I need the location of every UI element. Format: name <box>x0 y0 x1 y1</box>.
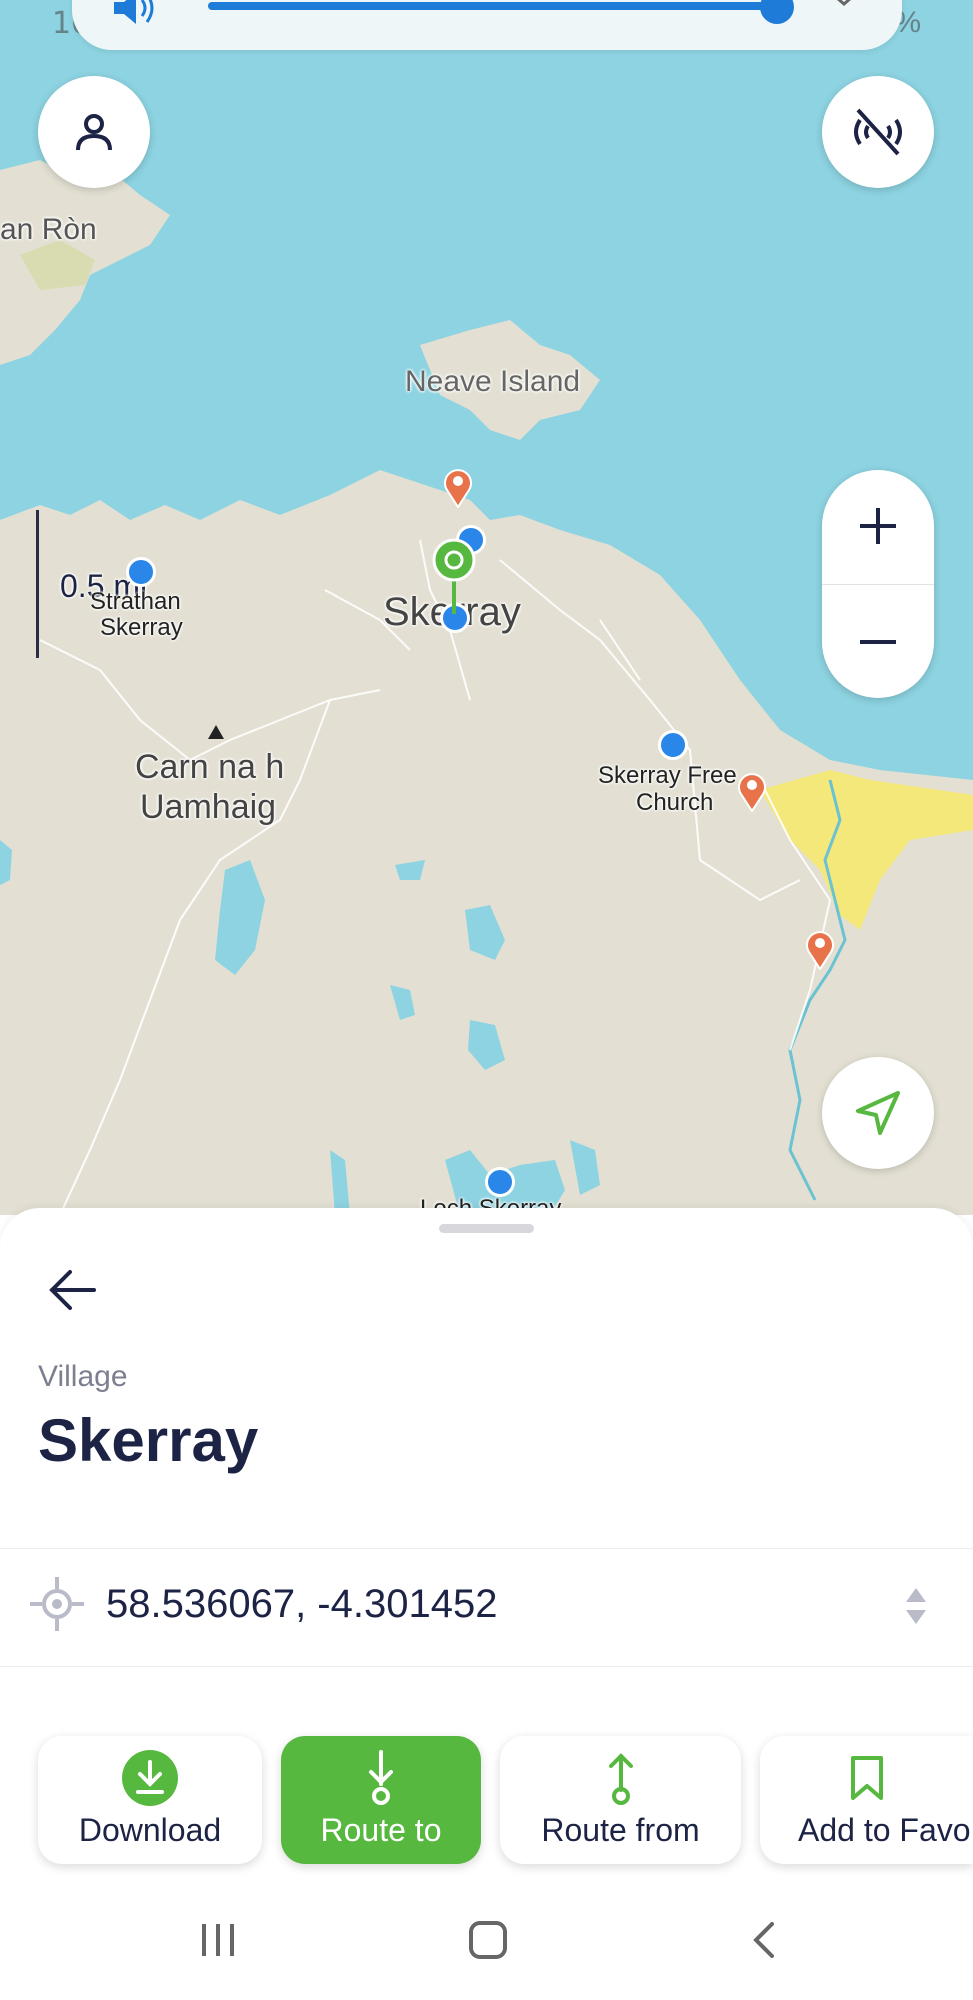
arrow-left-icon <box>49 1270 96 1310</box>
place-details-sheet: Village Skerray 58.536067, -4.301452 Dow… <box>0 1208 973 2000</box>
person-icon <box>76 114 112 151</box>
label-neave-island: Neave Island <box>405 365 581 398</box>
place-type: Village <box>38 1360 128 1393</box>
route-to-icon <box>369 1750 393 1805</box>
download-icon <box>122 1750 178 1806</box>
label-uamhaig: Uamhaig <box>140 788 277 826</box>
label-church: Church <box>636 789 714 816</box>
poi-marker[interactable] <box>126 557 156 587</box>
label-skerray-free: Skerray Free <box>598 762 737 789</box>
back-button[interactable] <box>40 1258 104 1322</box>
my-location-button[interactable] <box>822 1057 934 1169</box>
volume-slider-thumb[interactable] <box>760 0 794 24</box>
navigate-arrow-icon <box>856 1091 900 1135</box>
label-strathan-skerray: Skerray <box>100 614 183 641</box>
system-navigation-bar <box>0 1890 973 2000</box>
format-switch-icon[interactable] <box>904 1586 928 1626</box>
label-carn-na-h: Carn na h <box>135 748 285 786</box>
route-to-button[interactable]: Route to <box>281 1736 481 1864</box>
map-pin-icon[interactable] <box>736 770 768 812</box>
crosshair-icon <box>30 1577 84 1631</box>
sheet-drag-handle[interactable] <box>439 1224 534 1233</box>
poi-marker[interactable] <box>658 730 688 760</box>
download-label: Download <box>78 1812 222 1848</box>
minus-icon <box>860 640 896 644</box>
volume-panel[interactable] <box>72 0 902 50</box>
chevron-down-icon[interactable] <box>824 0 864 10</box>
map-pin-icon[interactable] <box>804 928 836 970</box>
route-from-label: Route from <box>541 1812 700 1848</box>
scale-bar <box>36 510 39 658</box>
coordinates-text[interactable]: 58.536067, -4.301452 <box>106 1582 497 1627</box>
add-to-favorites-label: Add to Favo <box>798 1812 971 1848</box>
zoom-divider <box>822 584 934 585</box>
download-button[interactable]: Download <box>38 1736 262 1864</box>
profile-button[interactable] <box>38 76 150 188</box>
label-strathan: Strathan <box>90 588 181 615</box>
offline-toggle-button[interactable] <box>822 76 934 188</box>
map-pin-icon[interactable] <box>442 466 474 508</box>
bookmark-icon <box>850 1756 883 1800</box>
place-title: Skerray <box>38 1407 259 1474</box>
add-to-favorites-button[interactable]: Add to Favo <box>760 1736 973 1864</box>
divider <box>0 1548 973 1549</box>
zoom-in-button[interactable] <box>822 470 934 582</box>
route-from-icon <box>608 1753 633 1805</box>
route-from-button[interactable]: Route from <box>500 1736 741 1864</box>
zoom-out-button[interactable] <box>822 586 934 698</box>
recent-apps-icon[interactable] <box>198 1920 238 1960</box>
volume-slider[interactable] <box>208 2 778 10</box>
speaker-icon[interactable] <box>110 0 160 28</box>
peak-icon <box>208 725 224 739</box>
no-signal-icon <box>854 108 902 156</box>
divider <box>0 1666 973 1667</box>
route-to-label: Route to <box>320 1812 442 1848</box>
selected-place-pin-icon[interactable] <box>430 538 478 616</box>
home-icon[interactable] <box>468 1920 508 1960</box>
poi-marker[interactable] <box>485 1167 515 1197</box>
zoom-control <box>822 470 934 698</box>
map-view[interactable]: 10:20 93% <box>0 0 973 1215</box>
label-an-ron: an Ròn <box>0 213 97 246</box>
plus-icon <box>860 508 896 544</box>
back-nav-icon[interactable] <box>748 1920 778 1960</box>
